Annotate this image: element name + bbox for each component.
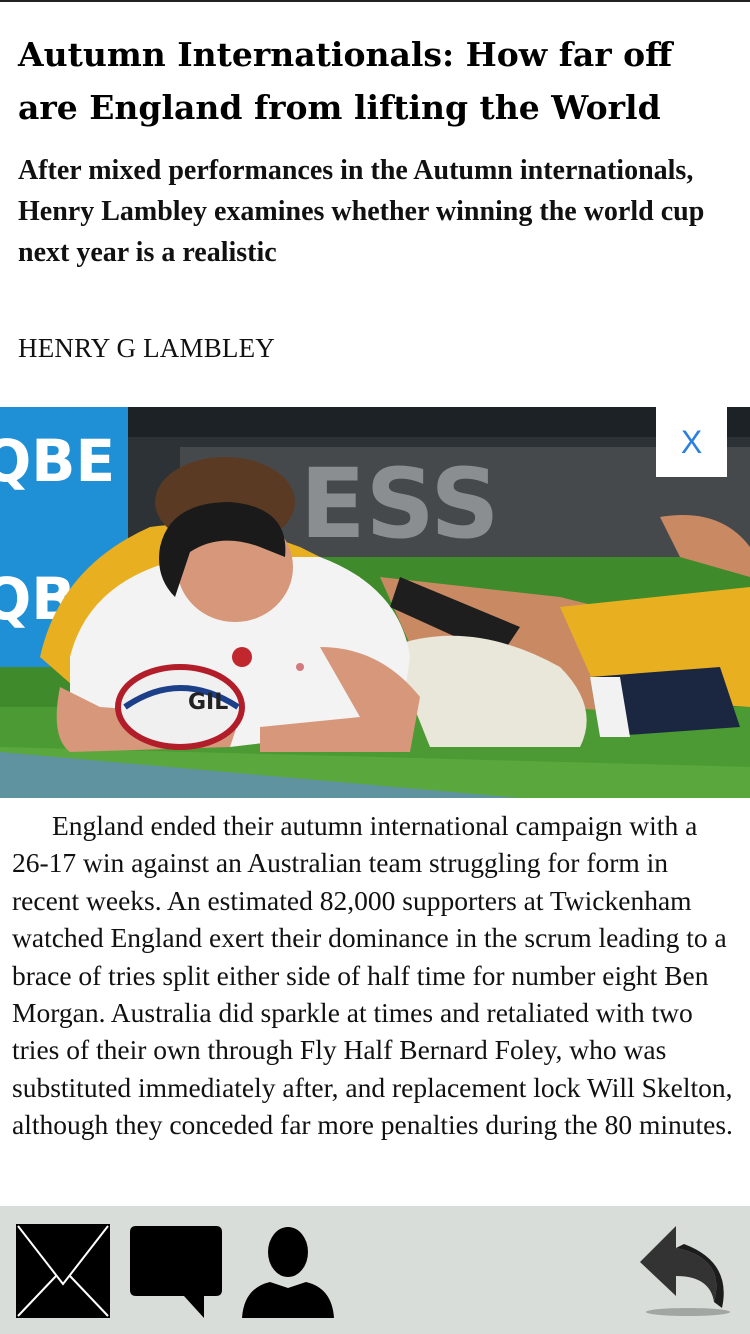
comment-button[interactable] <box>128 1224 224 1320</box>
comment-icon <box>130 1226 222 1318</box>
profile-button[interactable] <box>240 1226 336 1318</box>
mail-icon <box>16 1224 110 1318</box>
article-body: England ended their autumn international… <box>12 807 734 1207</box>
back-button[interactable] <box>636 1224 732 1318</box>
photo-sponsor-text: QBE <box>0 427 115 495</box>
article-photo: ESS QBE QBE GIL <box>0 407 750 798</box>
profile-icon <box>242 1227 334 1318</box>
article-byline: HENRY G LAMBLEY <box>18 333 275 363</box>
close-photo-button[interactable]: X <box>656 407 727 477</box>
article-subheadline: After mixed performances in the Autumn i… <box>18 155 705 268</box>
article-body-text: England ended their autumn international… <box>12 810 733 1141</box>
top-border <box>0 0 750 2</box>
back-arrow-icon <box>640 1226 730 1316</box>
photo-banner-text: ESS <box>300 448 500 560</box>
bottom-toolbar <box>0 1206 750 1334</box>
photo-ball-text: GIL <box>188 690 228 715</box>
mail-button[interactable] <box>16 1224 110 1318</box>
article-headline: Autumn Internationals: How far off are E… <box>18 35 673 127</box>
